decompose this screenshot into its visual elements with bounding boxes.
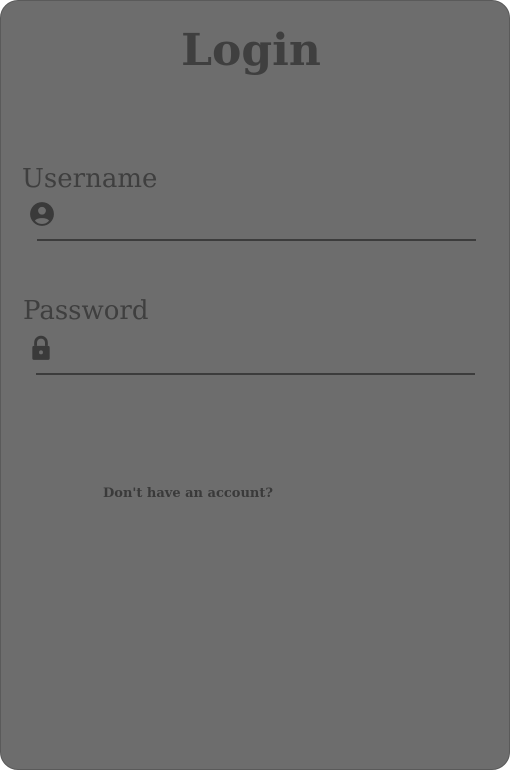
password-underline bbox=[36, 373, 475, 375]
password-input[interactable] bbox=[29, 335, 475, 369]
password-field[interactable] bbox=[29, 335, 475, 375]
username-underline bbox=[37, 239, 476, 241]
signup-link[interactable]: Don't have an account? bbox=[103, 485, 273, 503]
username-input[interactable] bbox=[29, 201, 475, 235]
login-card: Login Username Password Don't have an ac… bbox=[0, 0, 510, 770]
password-label: Password bbox=[23, 296, 149, 326]
username-field[interactable] bbox=[29, 201, 476, 241]
username-label: Username bbox=[22, 164, 158, 194]
page-title: Login bbox=[181, 25, 321, 76]
